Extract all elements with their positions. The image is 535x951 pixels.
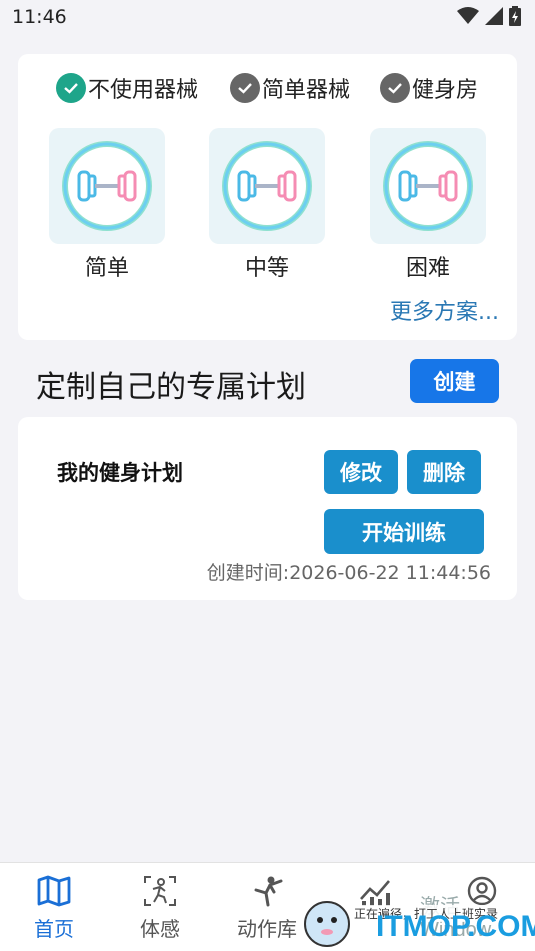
- tab-exercise-library[interactable]: 动作库: [222, 875, 312, 942]
- status-bar: 11:46: [0, 0, 535, 36]
- equipment-option-simple[interactable]: 简单器械: [230, 72, 350, 104]
- tab-profile[interactable]: [437, 875, 527, 913]
- motion-icon: [144, 876, 176, 906]
- dumbbell-icon: [222, 141, 312, 231]
- check-circle-icon: [230, 73, 260, 103]
- equipment-option-gym[interactable]: 健身房: [380, 72, 478, 104]
- equipment-option-none[interactable]: 不使用器械: [56, 72, 198, 104]
- tab-stats[interactable]: [330, 875, 420, 913]
- more-plans-link[interactable]: 更多方案...: [390, 294, 499, 326]
- check-circle-icon: [56, 73, 86, 103]
- plan-card: 我的健身计划 修改 删除 开始训练 创建时间:2026-06-22 11:44:…: [18, 417, 517, 600]
- level-label: 困难: [405, 256, 450, 281]
- create-plan-button[interactable]: 创建: [410, 359, 499, 403]
- profile-icon: [467, 876, 497, 906]
- level-tile: [49, 128, 165, 244]
- chart-icon: [360, 880, 390, 906]
- status-time: 11:46: [12, 6, 67, 28]
- bottom-tab-bar: 首页 体感 动作库: [0, 862, 535, 951]
- equipment-filter: 不使用器械 简单器械 健身房: [18, 72, 517, 106]
- map-icon: [37, 875, 71, 907]
- workout-options-card: 不使用器械 简单器械 健身房 简单 中等 困难 更多方案...: [18, 54, 517, 340]
- level-tile: [209, 128, 325, 244]
- level-easy[interactable]: 简单: [49, 128, 165, 282]
- edit-plan-button[interactable]: 修改: [324, 450, 398, 494]
- tab-motion[interactable]: 体感: [115, 875, 205, 942]
- martial-arts-icon: [254, 876, 283, 907]
- dumbbell-icon: [62, 141, 152, 231]
- plan-name: 我的健身计划: [57, 461, 183, 485]
- tab-label: 首页: [34, 917, 74, 941]
- signal-icon: [485, 7, 503, 25]
- plan-created-time: 创建时间:2026-06-22 11:44:56: [206, 562, 491, 584]
- equipment-label: 不使用器械: [88, 78, 199, 103]
- tab-label: 动作库: [237, 917, 297, 941]
- tab-home[interactable]: 首页: [9, 875, 99, 942]
- delete-plan-button[interactable]: 删除: [407, 450, 481, 494]
- custom-plan-title: 定制自己的专属计划: [36, 370, 306, 405]
- equipment-label: 健身房: [412, 78, 479, 103]
- level-label: 简单: [84, 256, 129, 281]
- level-hard[interactable]: 困难: [370, 128, 486, 282]
- wifi-icon: [457, 7, 479, 24]
- check-circle-icon: [380, 73, 410, 103]
- dumbbell-icon: [383, 141, 473, 231]
- level-label: 中等: [244, 256, 289, 281]
- equipment-label: 简单器械: [262, 78, 351, 103]
- tab-label: 体感: [140, 917, 180, 941]
- status-icons: [457, 6, 521, 26]
- level-medium[interactable]: 中等: [209, 128, 325, 282]
- level-tile: [370, 128, 486, 244]
- battery-icon: [509, 6, 521, 26]
- start-training-button[interactable]: 开始训练: [324, 509, 484, 554]
